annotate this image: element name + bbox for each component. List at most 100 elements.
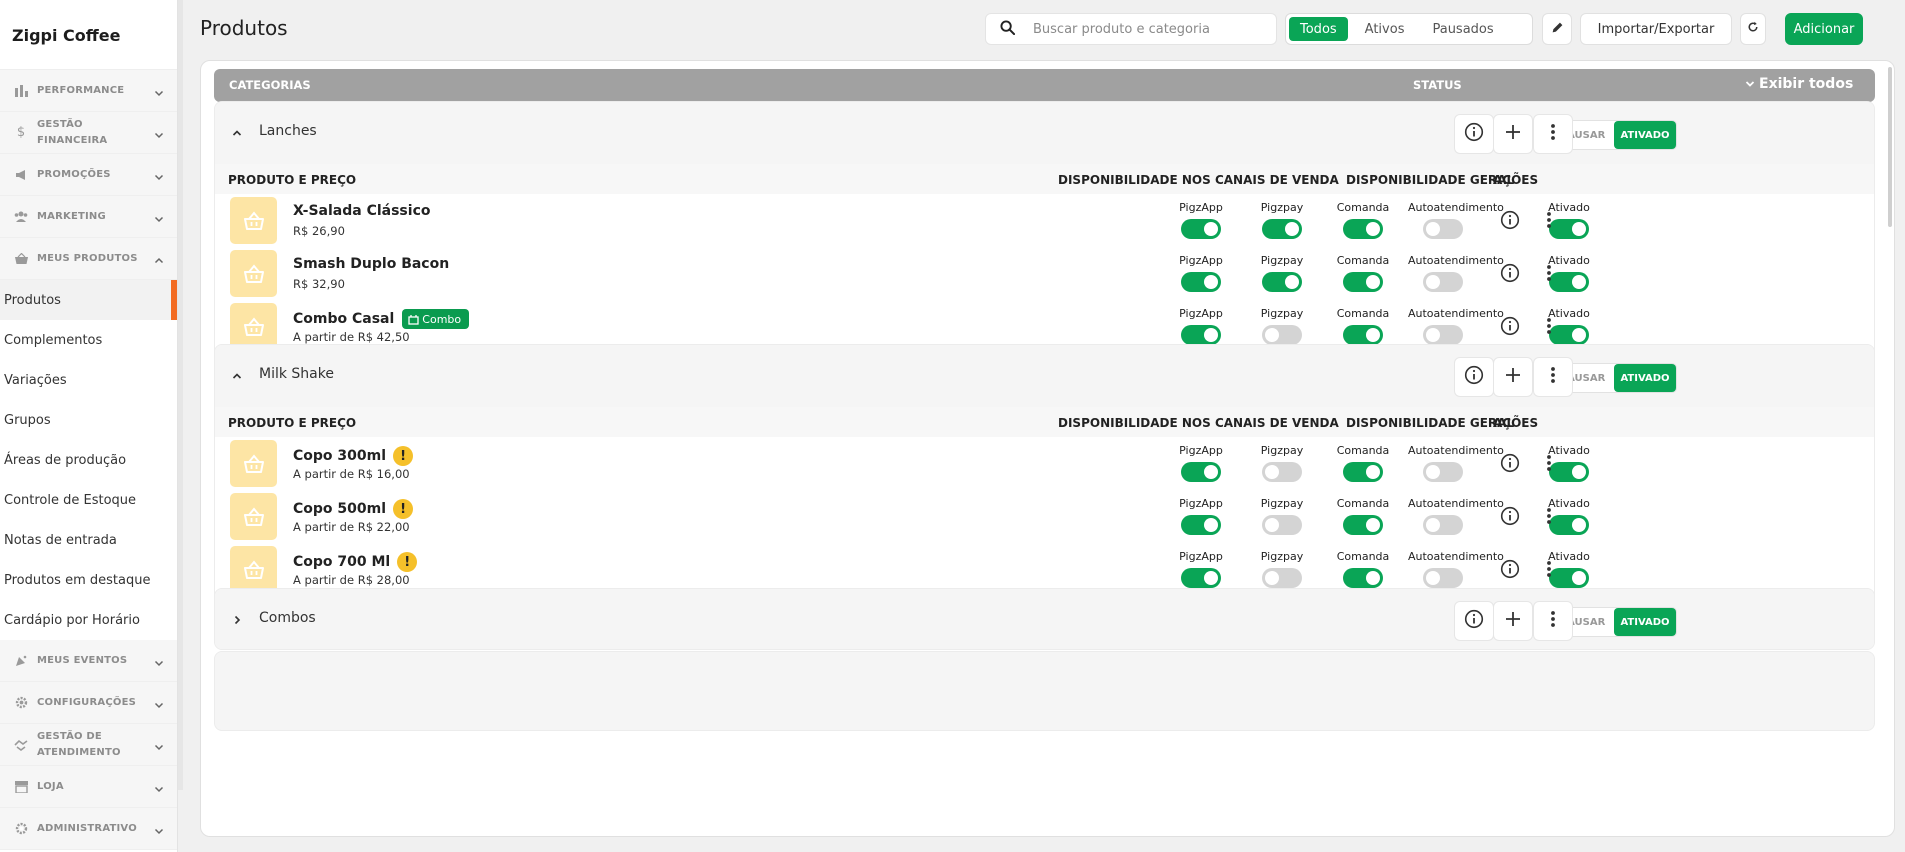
toggle-switch[interactable] — [1423, 462, 1463, 482]
sidebar-item[interactable]: Complementos — [0, 320, 177, 360]
chevron-up-icon[interactable] — [231, 124, 245, 138]
product-info-button[interactable] — [1497, 556, 1523, 582]
toggle-switch[interactable] — [1343, 219, 1383, 239]
toggle-switch[interactable] — [1423, 515, 1463, 535]
channel-toggle: Pigzpay — [1247, 307, 1317, 345]
sidebar-section-users[interactable]: MARKETING — [0, 196, 177, 238]
channel-toggle: Autoatendimento — [1408, 201, 1504, 239]
sidebar-section-admin-gear[interactable]: ADMINISTRATIVO — [0, 808, 177, 850]
channel-label: Comanda — [1336, 307, 1390, 320]
sidebar-section-dollar[interactable]: $ GESTÃO FINANCEIRA — [0, 112, 177, 154]
import-export-button[interactable]: Importar/Exportar — [1580, 13, 1732, 45]
category-info-button[interactable] — [1454, 114, 1494, 154]
product-info-button[interactable] — [1497, 260, 1523, 286]
toggle-switch[interactable] — [1262, 272, 1302, 292]
toggle-switch[interactable] — [1343, 272, 1383, 292]
toggle-switch[interactable] — [1423, 219, 1463, 239]
toggle-switch[interactable] — [1262, 219, 1302, 239]
product-more-button[interactable] — [1536, 556, 1562, 582]
category-add-button[interactable] — [1493, 357, 1533, 397]
filter-option[interactable]: Pausados — [1421, 17, 1504, 41]
toggle-switch[interactable] — [1423, 568, 1463, 588]
channel-label: Autoatendimento — [1408, 201, 1504, 214]
category-more-button[interactable] — [1533, 601, 1573, 641]
add-button[interactable]: Adicionar — [1785, 13, 1863, 45]
toggle-switch[interactable] — [1181, 219, 1221, 239]
toggle-switch[interactable] — [1181, 325, 1221, 345]
toggle-switch[interactable] — [1181, 515, 1221, 535]
toggle-switch[interactable] — [1262, 325, 1302, 345]
channel-label: Pigzpay — [1260, 497, 1304, 510]
product-info-button[interactable] — [1497, 207, 1523, 233]
info-icon — [1464, 122, 1484, 146]
refresh-button[interactable] — [1740, 13, 1766, 45]
toggle-switch[interactable] — [1423, 325, 1463, 345]
sidebar-item[interactable]: Áreas de produção — [0, 440, 177, 480]
category-more-button[interactable] — [1533, 357, 1573, 397]
sidebar-section-party[interactable]: MEUS EVENTOS — [0, 640, 177, 682]
sidebar-section-basket[interactable]: MEUS PRODUTOS — [0, 238, 177, 280]
toggle-switch[interactable] — [1181, 272, 1221, 292]
product-more-button[interactable] — [1536, 260, 1562, 286]
category-add-button[interactable] — [1493, 114, 1533, 154]
toggle-switch[interactable] — [1262, 462, 1302, 482]
sidebar-section-handshake[interactable]: GESTÃO DE ATENDIMENTO — [0, 724, 177, 766]
product-info-button[interactable] — [1497, 450, 1523, 476]
warning-icon[interactable]: ! — [397, 552, 418, 572]
filter-option[interactable]: Ativos — [1354, 17, 1416, 41]
toggle-switch[interactable] — [1181, 462, 1221, 482]
sidebar-item[interactable]: Produtos em destaque — [0, 560, 177, 600]
toggle-switch[interactable] — [1343, 325, 1383, 345]
sidebar-item[interactable]: Produtos — [0, 280, 177, 320]
show-all-toggle[interactable]: Exibir todos — [1745, 76, 1853, 92]
category-more-button[interactable] — [1533, 114, 1573, 154]
activated-button[interactable]: ATIVADO — [1614, 608, 1676, 636]
users-icon — [14, 210, 28, 224]
product-info-button[interactable] — [1497, 503, 1523, 529]
toggle-switch[interactable] — [1423, 272, 1463, 292]
sidebar-section-store[interactable]: LOJA — [0, 766, 177, 808]
category-info-button[interactable] — [1454, 601, 1494, 641]
sidebar-section-megaphone[interactable]: PROMOÇÕES — [0, 154, 177, 196]
category-name: Milk Shake — [259, 366, 334, 382]
chevron-down-icon — [153, 126, 165, 139]
edit-button[interactable] — [1542, 13, 1572, 45]
warning-icon[interactable]: ! — [393, 499, 414, 519]
toggle-switch[interactable] — [1181, 568, 1221, 588]
product-more-button[interactable] — [1536, 503, 1562, 529]
sidebar-item[interactable]: Cardápio por Horário — [0, 600, 177, 640]
product-name-line: Smash Duplo Bacon — [293, 256, 449, 272]
toggle-switch[interactable] — [1343, 568, 1383, 588]
search-input[interactable] — [1033, 21, 1253, 37]
sidebar-section-gear[interactable]: CONFIGURAÇÕES — [0, 682, 177, 724]
product-more-button[interactable] — [1536, 313, 1562, 339]
toggle-switch[interactable] — [1343, 515, 1383, 535]
chevron-right-icon[interactable] — [231, 611, 245, 625]
chevron-up-icon[interactable] — [231, 367, 245, 381]
activated-button[interactable]: ATIVADO — [1614, 364, 1676, 392]
sidebar-item[interactable]: Controle de Estoque — [0, 480, 177, 520]
product-info-button[interactable] — [1497, 313, 1523, 339]
sidebar-item[interactable]: Notas de entrada — [0, 520, 177, 560]
more-vertical-icon — [1546, 507, 1552, 525]
pencil-icon — [1551, 21, 1564, 38]
filter-option[interactable]: Todos — [1289, 17, 1348, 41]
toggle-switch[interactable] — [1262, 515, 1302, 535]
sidebar-item[interactable]: Grupos — [0, 400, 177, 440]
panel-scrollbar[interactable] — [1888, 67, 1892, 227]
channel-label: Autoatendimento — [1408, 497, 1504, 510]
toggle-switch[interactable] — [1343, 462, 1383, 482]
toggle-switch[interactable] — [1262, 568, 1302, 588]
product-more-button[interactable] — [1536, 450, 1562, 476]
search-box[interactable] — [985, 13, 1277, 45]
category-info-button[interactable] — [1454, 357, 1494, 397]
col-actions: AÇÕES — [1493, 416, 1539, 430]
basket-icon — [243, 263, 265, 284]
sidebar-item[interactable]: Variações — [0, 360, 177, 400]
product-more-button[interactable] — [1536, 207, 1562, 233]
activated-button[interactable]: ATIVADO — [1614, 121, 1676, 149]
warning-icon[interactable]: ! — [393, 446, 414, 466]
chevron-down-icon — [153, 780, 165, 793]
sidebar-section-bar-chart[interactable]: PERFORMANCE — [0, 70, 177, 112]
category-add-button[interactable] — [1493, 601, 1533, 641]
